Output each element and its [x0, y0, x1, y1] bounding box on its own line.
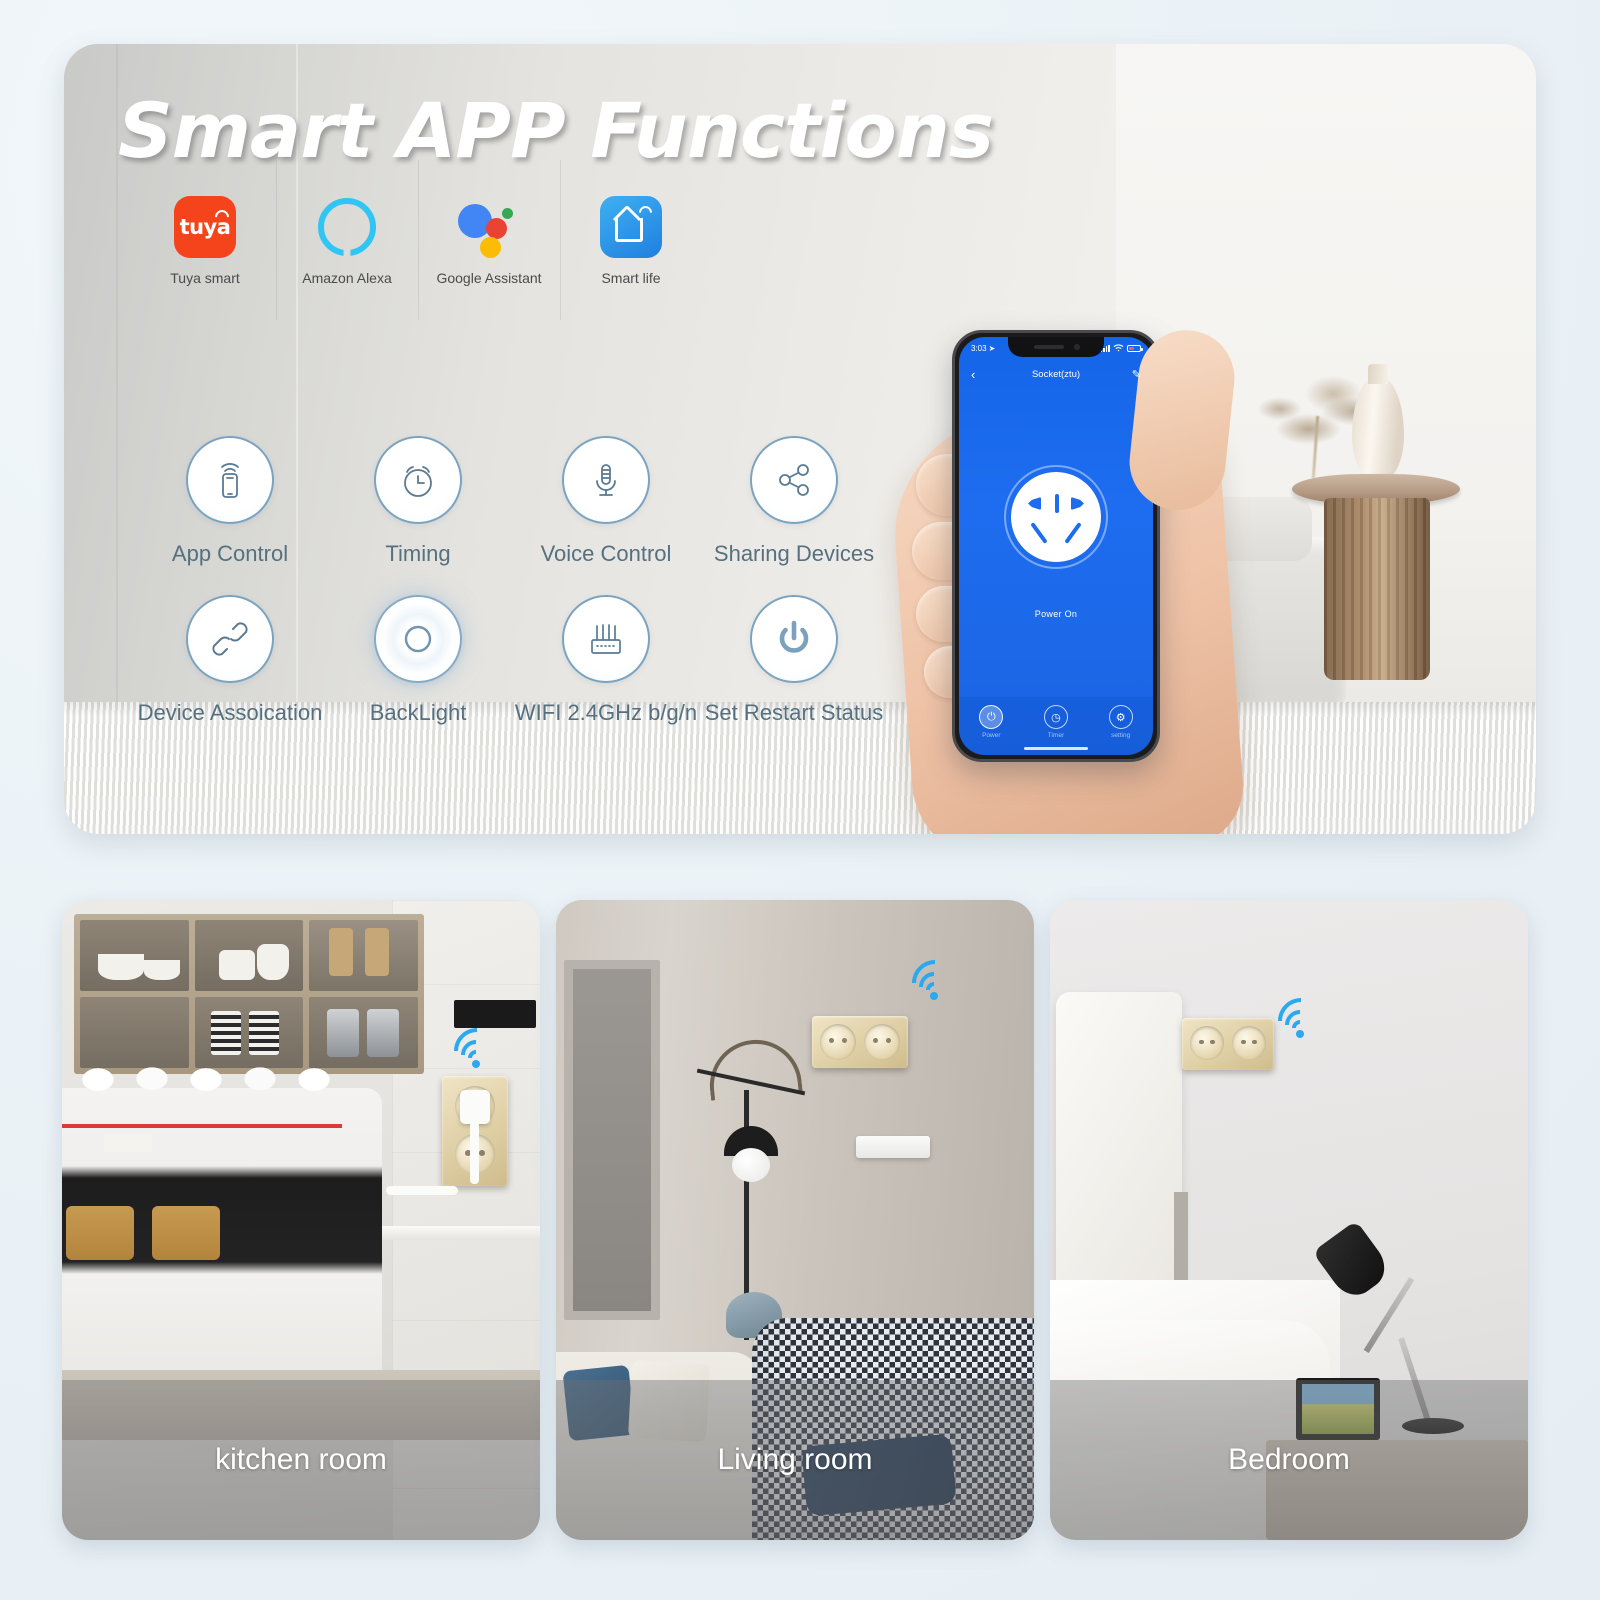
feature-label: App Control [171, 541, 289, 566]
wall-outlet-icon [442, 1076, 508, 1186]
bed-headboard [1056, 992, 1182, 1322]
feature-device-association[interactable]: Device Assoication [136, 595, 324, 726]
tab-label: Timer [1047, 732, 1065, 739]
floor-lamp-bulb [732, 1148, 770, 1182]
feature-app-control[interactable]: App Control [136, 436, 324, 567]
alarm-clock-icon [374, 436, 462, 524]
feature-voice-control[interactable]: Voice Control [512, 436, 700, 567]
side-table-shape [1240, 356, 1460, 684]
app-screen: 3:03 ➤ ‹ Socket(ztu) ✎ Power On ⏻ Power … [959, 337, 1153, 755]
timer-icon: ◷ [1043, 705, 1068, 729]
smartphone-mockup: 3:03 ➤ ‹ Socket(ztu) ✎ Power On ⏻ Power … [952, 330, 1160, 762]
room-label: Bedroom [1050, 1380, 1528, 1540]
tab-label: Power [982, 732, 1001, 739]
feature-sharing-devices[interactable]: Sharing Devices [700, 436, 888, 567]
feature-set-restart-status[interactable]: Set Restart Status [700, 595, 888, 726]
microphone-icon [562, 436, 650, 524]
tab-timer[interactable]: ◷ Timer [1028, 705, 1084, 739]
platform-label: Smart life [601, 270, 661, 286]
feature-label: Device Assoication [137, 700, 323, 725]
smart-life-icon [600, 196, 662, 258]
device-state-label: Power On [1034, 609, 1078, 619]
wifi-icon [1113, 344, 1124, 352]
platform-tuya[interactable]: tuya Tuya smart [134, 196, 276, 286]
platform-label: Amazon Alexa [302, 270, 392, 286]
power-button-icon [750, 595, 838, 683]
platform-label: Google Assistant [436, 270, 542, 286]
stacked-cups [68, 1052, 368, 1098]
feature-label: BackLight [369, 700, 467, 725]
gear-icon: ⚙ [1108, 705, 1133, 729]
room-card-bedroom[interactable]: Bedroom [1050, 900, 1528, 1540]
room-card-kitchen[interactable]: kitchen room [62, 900, 540, 1540]
room-card-living[interactable]: Living room [556, 900, 1034, 1540]
kitchen-shelf [74, 914, 424, 1074]
feature-wifi-band[interactable]: WIFI 2.4GHz b/g/n [512, 595, 700, 726]
platform-amazon-alexa[interactable]: Amazon Alexa [276, 160, 418, 320]
pencil-icon[interactable]: ✎ [1132, 368, 1141, 381]
platform-label: Tuya smart [170, 270, 240, 286]
doorway [564, 960, 660, 1320]
share-nodes-icon [750, 436, 838, 524]
home-indicator [1024, 747, 1088, 750]
tab-label: setting [1111, 732, 1131, 739]
tab-setting[interactable]: ⚙ setting [1093, 705, 1149, 739]
front-camera [1074, 344, 1080, 350]
battery-icon [1127, 344, 1143, 352]
amazon-alexa-icon [316, 196, 378, 258]
feature-timing[interactable]: Timing [324, 436, 512, 567]
tuya-icon: tuya [174, 196, 236, 258]
cn-socket-icon[interactable] [1004, 465, 1108, 569]
feature-label: Timing [385, 541, 451, 566]
feature-label: Sharing Devices [713, 541, 875, 566]
espresso-machine [62, 1088, 382, 1388]
chain-link-icon [186, 595, 274, 683]
wall-outlet-icon [812, 1016, 908, 1068]
feature-label: Voice Control [540, 541, 672, 566]
tab-power[interactable]: ⏻ Power [963, 705, 1019, 739]
wall-switch-panel [856, 1136, 930, 1158]
page-title: Smart APP Functions [118, 86, 994, 175]
phone-notch [1008, 337, 1104, 357]
feature-backlight[interactable]: BackLight [324, 595, 512, 726]
app-title: Socket(ztu) [1031, 368, 1081, 380]
hero-card: Smart APP Functions tuya Tuya smart Amaz… [64, 44, 1536, 834]
phone-wifi-icon [186, 436, 274, 524]
app-nav-bar: ‹ Socket(ztu) ✎ [959, 361, 1153, 387]
backlight-ring-icon [374, 595, 462, 683]
power-cable [386, 1186, 458, 1195]
feature-grid: App Control Timing Voice Control Sharing… [136, 436, 888, 726]
location-arrow-icon: ➤ [988, 343, 996, 353]
platform-logo-row: tuya Tuya smart Amazon Alexa Google Assi… [134, 160, 702, 320]
google-assistant-icon [458, 196, 520, 258]
table-column-shape [1324, 498, 1430, 680]
vase-shape [1352, 364, 1404, 482]
platform-google-assistant[interactable]: Google Assistant [418, 160, 560, 320]
room-card-row: kitchen room Living room Bedroom [62, 900, 1528, 1540]
platform-smart-life[interactable]: Smart life [560, 160, 702, 320]
chevron-left-icon[interactable]: ‹ [971, 368, 975, 381]
status-time: 3:03 [971, 343, 987, 353]
feature-label: Set Restart Status [704, 700, 884, 725]
product-infographic-page: Smart APP Functions tuya Tuya smart Amaz… [0, 0, 1600, 1600]
feature-label: WIFI 2.4GHz b/g/n [514, 700, 698, 725]
power-icon: ⏻ [979, 705, 1004, 729]
room-label: kitchen room [62, 1380, 540, 1540]
wall-fixture [454, 1000, 536, 1028]
earpiece-speaker [1034, 345, 1064, 349]
router-icon [562, 595, 650, 683]
phone-in-hand: 3:03 ➤ ‹ Socket(ztu) ✎ Power On ⏻ Power … [887, 294, 1247, 834]
wall-outlet-icon [1182, 1018, 1274, 1070]
room-label: Living room [556, 1380, 1034, 1540]
